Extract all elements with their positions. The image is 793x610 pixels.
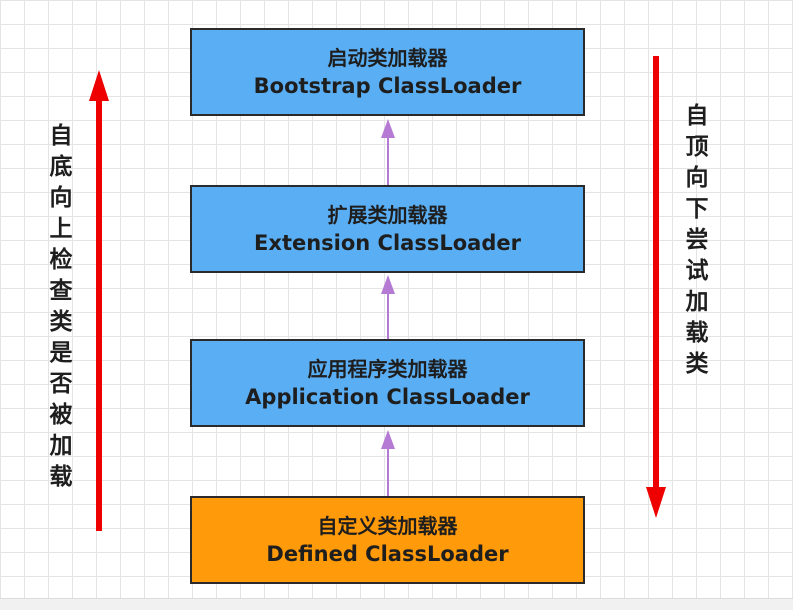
connector-defined-to-application xyxy=(381,430,395,496)
box-label-en: Bootstrap ClassLoader xyxy=(253,74,522,98)
box-label-cn: 自定义类加载器 xyxy=(317,514,458,538)
connector-extension-to-bootstrap xyxy=(381,119,395,185)
box-label-cn: 应用程序类加载器 xyxy=(307,357,468,381)
extension-classloader-box: 扩展类加载器 Extension ClassLoader xyxy=(190,185,585,273)
top-down-load-caption: 自顶向下尝试加载类 xyxy=(685,103,709,377)
box-label-cn: 扩展类加载器 xyxy=(327,203,448,227)
connector-application-to-extension xyxy=(381,275,395,339)
box-label-cn: 启动类加载器 xyxy=(327,46,448,70)
defined-classloader-box: 自定义类加载器 Defined ClassLoader xyxy=(190,496,585,584)
bootstrap-classloader-box: 启动类加载器 Bootstrap ClassLoader xyxy=(190,28,585,116)
application-classloader-box: 应用程序类加载器 Application ClassLoader xyxy=(190,339,585,427)
left-up-arrow xyxy=(89,70,109,531)
bottom-up-check-caption: 自底向上检查类是否被加载 xyxy=(49,123,73,490)
box-label-en: Application ClassLoader xyxy=(245,385,530,409)
right-down-arrow xyxy=(646,56,666,518)
box-label-en: Extension ClassLoader xyxy=(254,231,521,255)
box-label-en: Defined ClassLoader xyxy=(266,542,509,566)
